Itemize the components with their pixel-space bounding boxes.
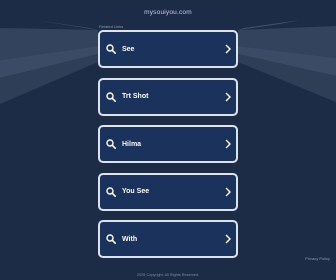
search-icon [106, 186, 116, 197]
domain-title: mysouiyou.com [144, 9, 192, 16]
search-icon [106, 91, 116, 102]
related-link-label: Trt Shot [122, 93, 149, 100]
privacy-policy-link[interactable]: Privacy Policy [305, 256, 330, 261]
search-icon [106, 139, 116, 149]
related-link-label: You See [122, 188, 150, 195]
related-link-see[interactable]: See [98, 30, 238, 68]
related-link-hilma[interactable]: Hilma [98, 125, 238, 163]
chevron-right-icon [225, 234, 231, 244]
search-icon [106, 44, 116, 54]
related-link-with[interactable]: With [98, 220, 238, 258]
related-link-label: With [122, 235, 138, 243]
chevron-right-icon [225, 92, 231, 101]
copyright-text: 2025 Copyright. All Rights Reserved. [136, 273, 200, 277]
related-link-you-see[interactable]: You See [98, 172, 238, 211]
search-icon [106, 234, 116, 244]
chevron-right-icon [225, 44, 231, 54]
related-links-list: See Trt Shot Hilma You See With [98, 30, 238, 268]
chevron-right-icon [225, 187, 231, 196]
related-link-label: See [122, 45, 135, 53]
related-links-label: Related Links [99, 24, 124, 29]
related-link-trt-shot[interactable]: Trt Shot [98, 77, 238, 116]
related-link-label: Hilma [122, 140, 142, 148]
chevron-right-icon [225, 139, 231, 149]
